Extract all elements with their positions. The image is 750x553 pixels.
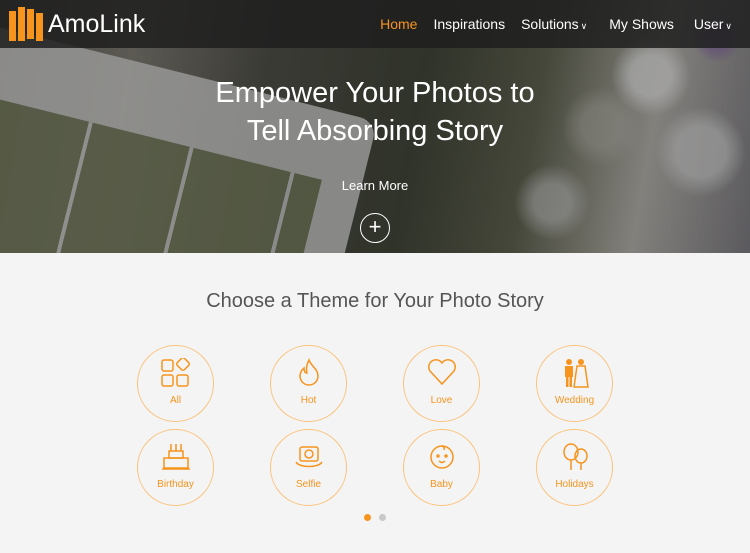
nav-home[interactable]: Home [380,16,417,32]
theme-label: Holidays [555,479,594,490]
hero-title: Empower Your Photos to Tell Absorbing Sto… [215,77,535,147]
theme-hot[interactable]: Hot [270,345,347,422]
pagination-dot-active[interactable] [364,514,371,521]
theme-label: Baby [430,479,453,490]
grid-icon [161,358,190,387]
logo[interactable]: AmoLink [9,7,145,41]
section-title: Choose a Theme for Your Photo Story [206,290,544,312]
chevron-down-icon: ∨ [580,21,588,31]
theme-label: Hot [300,395,317,406]
theme-love[interactable]: Love [403,345,480,422]
flame-icon [299,358,319,386]
theme-all[interactable]: All [137,345,214,422]
baby-face-icon [430,445,454,469]
theme-wedding[interactable]: Wedding [536,345,613,422]
plus-circle-icon[interactable]: + [360,213,390,243]
logo-bars-icon [9,7,43,41]
theme-selfie[interactable]: Selfie [270,429,347,506]
cake-icon [162,444,190,470]
theme-label: Wedding [554,395,595,406]
theme-label: Birthday [157,479,194,490]
nav-solutions[interactable]: Solutions ∨ [521,16,587,32]
nav-my-shows[interactable]: My Shows [609,16,674,32]
chevron-down-icon: ∨ [725,21,732,31]
theme-label: Selfie [295,479,321,490]
nav-inspirations[interactable]: Inspirations [433,16,505,32]
theme-baby[interactable]: Baby [403,429,480,506]
nav-user[interactable]: User ∨ [694,16,732,32]
theme-label: All [169,395,182,406]
couple-icon [565,359,589,388]
pagination-dot[interactable] [379,514,386,521]
theme-birthday[interactable]: Birthday [137,429,214,506]
learn-more-link[interactable]: Learn More [0,178,750,193]
top-navbar: AmoLink Home Inspirations Solutions ∨ My … [0,0,750,48]
theme-label: Love [430,395,453,406]
heart-icon [428,359,456,386]
balloons-icon [563,443,588,470]
camera-rotate-icon [295,446,323,468]
theme-holidays[interactable]: Holidays [536,429,613,506]
brand-name: AmoLink [48,9,146,38]
